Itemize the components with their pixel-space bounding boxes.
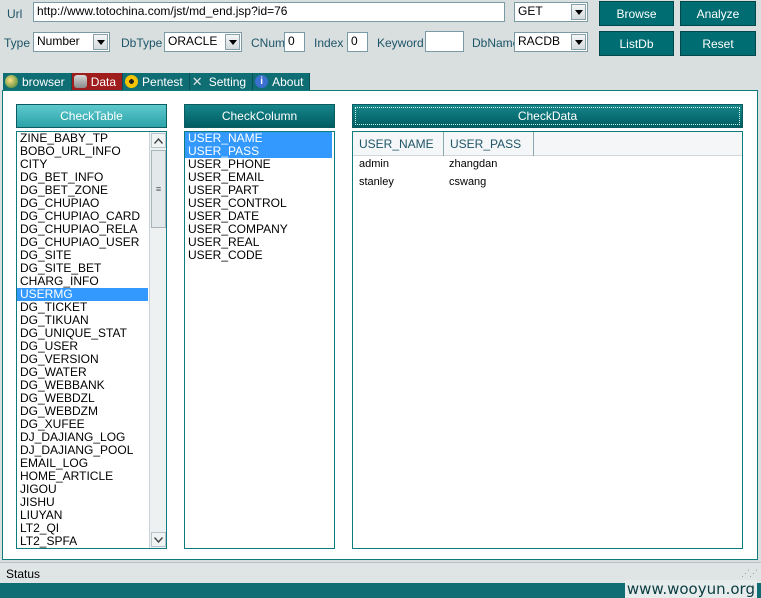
table-cell[interactable]: cswang (449, 176, 486, 188)
database-icon (73, 75, 87, 88)
check-column-button[interactable]: CheckColumn (184, 104, 335, 128)
tools-icon: ✕ (191, 74, 203, 89)
cnum-label: CNum (251, 36, 286, 50)
dbname-select[interactable]: RACDB (514, 32, 588, 52)
chevron-down-icon[interactable] (93, 34, 108, 50)
watermark: www.wooyun.org (624, 580, 757, 598)
chevron-down-icon[interactable] (571, 4, 586, 20)
data-grid[interactable]: USER_NAME USER_PASS admin zhangdan stanley… (352, 131, 743, 549)
index-label: Index (314, 36, 344, 50)
tab-label: Setting (208, 74, 247, 89)
list-item[interactable]: USER_CODE (185, 249, 332, 262)
dbtype-value: ORACLE (168, 34, 218, 48)
tab-label: browser (22, 74, 65, 89)
globe-icon (5, 75, 18, 88)
column-header[interactable]: USER_PASS (444, 132, 534, 156)
browse-button[interactable]: Browse (599, 1, 674, 26)
table-cell[interactable]: zhangdan (449, 158, 497, 170)
listdb-button[interactable]: ListDb (599, 31, 674, 56)
scroll-down-icon[interactable] (151, 532, 166, 547)
chevron-down-icon[interactable] (225, 34, 240, 50)
method-value: GET (518, 4, 543, 18)
tab-browser[interactable]: browser (3, 73, 72, 90)
column-list[interactable]: USER_NAME USER_PASS USER_PHONE USER_EMAIL US… (184, 131, 335, 549)
dbtype-label: DbType (121, 36, 163, 50)
tab-pentest[interactable]: Pentest (123, 73, 190, 90)
table-cell[interactable]: admin (359, 158, 389, 170)
table-cell[interactable]: stanley (359, 176, 394, 188)
resize-grip-icon[interactable]: ⋰⋰ (741, 568, 758, 579)
analyze-button[interactable]: Analyze (680, 1, 756, 26)
tab-label: About (272, 74, 304, 89)
cnum-input[interactable]: 0 (284, 32, 305, 52)
tab-label: Data (90, 74, 117, 89)
url-label: Url (7, 7, 23, 21)
dbtype-select[interactable]: ORACLE (164, 32, 242, 52)
tab-setting[interactable]: ✕ Setting (189, 73, 254, 90)
type-label: Type (4, 36, 31, 50)
keyword-label: Keyword (377, 36, 424, 50)
radiation-icon (125, 75, 139, 88)
reset-button[interactable]: Reset (680, 31, 756, 56)
table-list-scrollbar[interactable]: ≡ (149, 132, 166, 548)
tab-bar: browser Data Pentest ✕ Setting i About (3, 73, 311, 91)
scroll-thumb[interactable]: ≡ (151, 150, 166, 228)
dbname-label: DbName (472, 36, 520, 50)
info-icon: i (255, 75, 269, 88)
keyword-input[interactable] (425, 31, 464, 52)
url-input[interactable]: http://www.totochina.com/jst/md_end.jsp?… (33, 2, 505, 22)
scroll-up-icon[interactable] (151, 133, 166, 148)
method-select[interactable]: GET (514, 2, 588, 22)
type-value: Number (37, 34, 80, 48)
check-data-button[interactable]: CheckData (352, 104, 743, 128)
list-item[interactable]: LT2_SPFA (17, 535, 148, 548)
type-select[interactable]: Number (33, 32, 110, 52)
tab-label: Pentest (142, 74, 183, 89)
dbname-value: RACDB (518, 34, 561, 48)
check-table-button[interactable]: CheckTable (16, 104, 167, 128)
index-input[interactable]: 0 (347, 32, 368, 52)
tab-about[interactable]: i About (253, 73, 311, 90)
table-list[interactable]: ZINE_BABY_TP BOBO_URL_INFO CITY DG_BET_INFO… (16, 131, 167, 549)
column-header[interactable]: USER_NAME (353, 132, 444, 156)
chevron-down-icon[interactable] (571, 34, 586, 50)
tab-data[interactable]: Data (71, 73, 124, 90)
status-text: Status (6, 567, 41, 581)
data-grid-header: USER_NAME USER_PASS (353, 132, 742, 156)
